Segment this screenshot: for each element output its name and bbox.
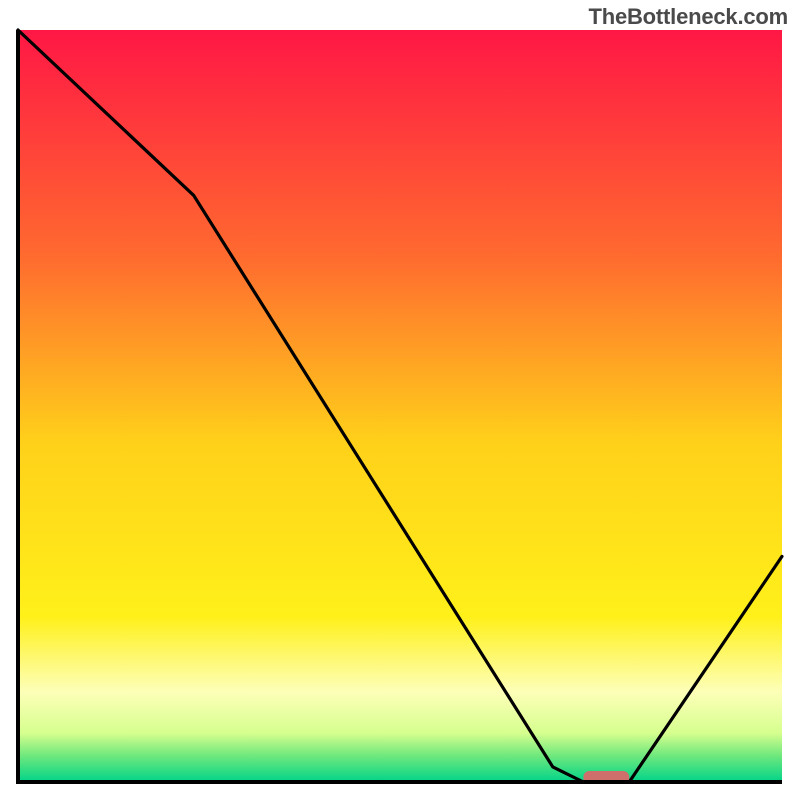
plot-area	[18, 30, 782, 784]
watermark-text: TheBottleneck.com	[588, 4, 788, 30]
gradient-background	[18, 30, 782, 782]
chart-container: TheBottleneck.com	[0, 0, 800, 800]
bottleneck-chart	[0, 0, 800, 800]
